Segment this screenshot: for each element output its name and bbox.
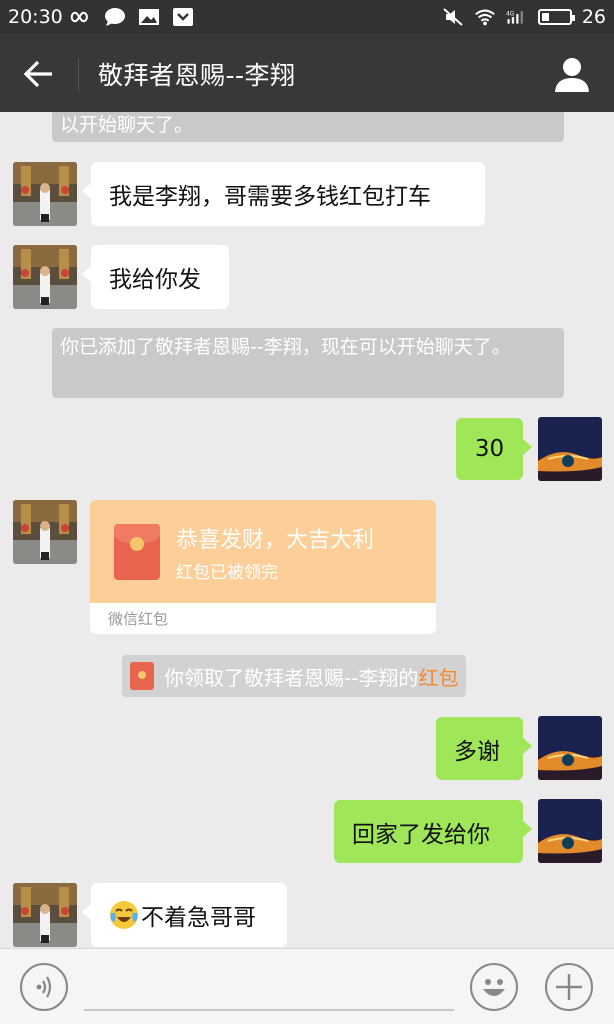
message-text: 30 xyxy=(474,436,505,462)
message-text: 我是李翔，哥需要多钱红包打车 xyxy=(109,184,431,210)
message-input[interactable] xyxy=(84,1009,454,1011)
message-text: 多谢 xyxy=(454,738,500,765)
message-bubble-incoming[interactable]: 不着急哥哥 xyxy=(82,883,287,947)
system-message-text: 以开始聊天了。 xyxy=(60,114,194,136)
chat-bubble-icon xyxy=(105,8,125,26)
system-message: 以开始聊天了。 xyxy=(52,112,564,142)
status-right-icons: 4G 26 xyxy=(442,6,606,28)
network-label: 4G xyxy=(506,12,515,18)
voice-button[interactable] xyxy=(20,963,68,1011)
arrow-left-icon[interactable] xyxy=(18,54,60,94)
red-packet-body: 恭喜发财，大吉大利 红包已被领完 xyxy=(90,500,436,603)
status-time: 20:30 xyxy=(8,6,63,28)
infinity-icon xyxy=(70,11,88,23)
title-bar: 敬拜者恩赐--李翔 xyxy=(0,34,614,112)
mute-icon xyxy=(443,8,463,26)
signal-icon: 4G xyxy=(506,11,523,24)
message-text: 我给你发 xyxy=(109,267,201,293)
wifi-icon xyxy=(475,9,495,26)
smiley-icon xyxy=(483,979,505,996)
avatar[interactable] xyxy=(13,245,77,309)
title-divider xyxy=(78,58,79,90)
battery-icon xyxy=(537,9,575,25)
voice-icon xyxy=(36,976,52,998)
plus-icon xyxy=(556,974,582,1000)
input-bar xyxy=(0,948,614,1024)
crying-laughing-emoji-icon xyxy=(110,901,138,929)
avatar[interactable] xyxy=(13,500,77,564)
red-packet-status: 红包已被领完 xyxy=(176,563,278,583)
more-button[interactable] xyxy=(545,963,593,1011)
system-message-text: 你已添加了敬拜者恩赐--李翔，现在可以开始聊天了。 xyxy=(60,336,511,358)
person-icon[interactable] xyxy=(552,54,592,94)
message-text: 不着急哥哥 xyxy=(141,905,256,931)
status-left-icons xyxy=(70,7,194,27)
red-packet-footer: 微信红包 xyxy=(108,610,169,628)
avatar-self[interactable] xyxy=(538,417,602,481)
battery-level: 26 xyxy=(581,6,606,28)
red-packet-link[interactable]: 红包 xyxy=(418,662,458,691)
message-bubble-outgoing[interactable]: 30 xyxy=(456,418,532,480)
avatar-self[interactable] xyxy=(538,799,602,863)
red-packet-notice: 你领取了敬拜者恩赐--李翔的 红包 xyxy=(122,655,467,697)
red-envelope-icon xyxy=(114,524,160,580)
red-envelope-icon xyxy=(130,662,154,690)
avatar-self[interactable] xyxy=(538,716,602,780)
message-bubble-incoming[interactable]: 我是李翔，哥需要多钱红包打车 xyxy=(82,162,485,226)
red-packet-card[interactable]: 恭喜发财，大吉大利 红包已被领完 微信红包 xyxy=(90,500,436,634)
message-bubble-outgoing[interactable]: 回家了发给你 xyxy=(334,800,532,863)
page-title: 敬拜者恩赐--李翔 xyxy=(98,61,296,90)
emoji-button[interactable] xyxy=(470,963,518,1011)
shield-icon xyxy=(173,8,193,26)
message-bubble-outgoing[interactable]: 多谢 xyxy=(436,717,532,780)
notice-text: 你领取了敬拜者恩赐--李翔的 xyxy=(164,665,419,690)
image-icon xyxy=(139,9,159,25)
red-packet-title: 恭喜发财，大吉大利 xyxy=(176,528,375,553)
status-bar: 20:30 4G 26 xyxy=(0,0,614,34)
message-text: 回家了发给你 xyxy=(352,821,490,848)
chat-area[interactable]: 以开始聊天了。 我是李翔，哥需要多钱红包打车 我给你发 你已添加了敬拜者恩赐--… xyxy=(0,112,614,948)
system-message: 你已添加了敬拜者恩赐--李翔，现在可以开始聊天了。 xyxy=(52,328,564,398)
avatar[interactable] xyxy=(13,883,77,947)
message-bubble-incoming[interactable]: 我给你发 xyxy=(82,245,229,309)
avatar[interactable] xyxy=(13,162,77,226)
